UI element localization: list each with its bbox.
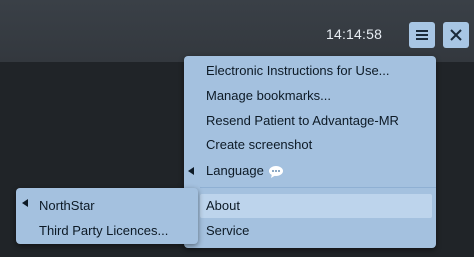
top-bar: 14:14:58 bbox=[0, 0, 474, 62]
menu-button[interactable] bbox=[409, 22, 435, 48]
submenu-item-northstar[interactable]: NorthStar bbox=[39, 195, 95, 217]
language-submenu-arrow-icon bbox=[188, 167, 194, 175]
menu-separator bbox=[200, 187, 436, 188]
menu-item-electronic-instructions[interactable]: Electronic Instructions for Use... bbox=[206, 60, 390, 82]
hamburger-menu-icon bbox=[416, 30, 428, 40]
submenu-item-third-party-licences[interactable]: Third Party Licences... bbox=[39, 220, 168, 242]
close-button[interactable] bbox=[443, 22, 469, 48]
menu-item-language-label: Language bbox=[206, 163, 264, 178]
close-icon bbox=[450, 29, 462, 41]
menu-item-about[interactable]: About bbox=[206, 195, 240, 217]
speech-bubble-icon bbox=[268, 165, 283, 178]
menu-item-service[interactable]: Service bbox=[206, 220, 249, 242]
menu-item-resend-patient[interactable]: Resend Patient to Advantage-MR bbox=[206, 110, 399, 132]
menu-item-create-screenshot[interactable]: Create screenshot bbox=[206, 134, 312, 156]
menu-item-language[interactable]: Language bbox=[206, 160, 284, 182]
northstar-submenu-arrow-icon bbox=[22, 199, 28, 207]
clock-display: 14:14:58 bbox=[326, 26, 383, 42]
menu-item-manage-bookmarks[interactable]: Manage bookmarks... bbox=[206, 85, 331, 107]
application-screen: 14:14:58 Electronic Instructions for Use… bbox=[0, 0, 474, 257]
